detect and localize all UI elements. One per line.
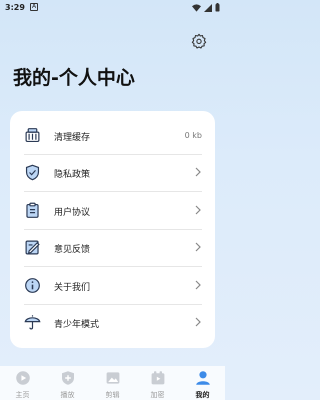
tab-edit[interactable]: 剪辑	[90, 366, 135, 400]
signal-icon	[204, 3, 212, 12]
menu-item-privacy-policy[interactable]: 隐私政策	[10, 154, 215, 191]
menu-item-label: 隐私政策	[54, 170, 91, 180]
settings-gear-icon[interactable]	[191, 33, 207, 49]
lock-video-icon	[151, 371, 164, 385]
menu-item-feedback[interactable]: 意见反馈	[10, 229, 215, 266]
edit-note-icon	[25, 240, 40, 255]
menu-item-label: 意见反馈	[54, 245, 91, 255]
chevron-right-icon	[195, 167, 201, 177]
chevron-right-icon	[195, 205, 201, 215]
notification-icon: A	[30, 3, 38, 11]
tab-label: 主页	[15, 391, 30, 399]
chevron-right-icon	[195, 317, 201, 327]
status-bar: 3:29 A	[0, 0, 225, 16]
tab-encrypt[interactable]: 加密	[135, 366, 180, 400]
chevron-right-icon	[195, 280, 201, 290]
tab-label: 剪辑	[105, 391, 120, 399]
tab-mine[interactable]: 我的	[180, 366, 225, 400]
tab-label: 播放	[60, 391, 75, 399]
tab-label: 加密	[150, 391, 165, 399]
bottom-tab-bar: 主页 播放 剪辑 加密 我的	[0, 366, 225, 400]
battery-icon	[215, 3, 220, 12]
info-icon	[25, 278, 40, 293]
status-icons	[192, 3, 220, 12]
menu-item-about-us[interactable]: 关于我们	[10, 267, 215, 304]
wifi-icon	[192, 3, 201, 12]
chevron-right-icon	[195, 242, 201, 252]
menu-item-label: 青少年模式	[54, 320, 100, 330]
menu-item-label: 清理缓存	[54, 133, 91, 143]
cache-size-value: 0 kb	[184, 131, 202, 140]
tab-play[interactable]: 播放	[45, 366, 90, 400]
menu-item-user-agreement[interactable]: 用户协议	[10, 192, 215, 229]
menu-item-label: 关于我们	[54, 283, 91, 293]
image-icon	[106, 372, 119, 384]
menu-item-clear-cache[interactable]: 清理缓存 0 kb	[10, 117, 215, 154]
menu-item-teen-mode[interactable]: 青少年模式	[10, 304, 215, 341]
status-time: 3:29	[5, 3, 25, 12]
menu-card: 清理缓存 0 kb 隐私政策 用户协议 意见反馈 关于我们 青少年模式	[10, 111, 215, 348]
umbrella-icon	[24, 315, 41, 330]
tab-home[interactable]: 主页	[0, 366, 45, 400]
shield-icon	[25, 164, 40, 181]
tab-label: 我的	[195, 391, 210, 399]
page-title: 我的-个人中心	[13, 67, 135, 89]
user-icon	[195, 371, 210, 385]
broom-icon	[25, 128, 40, 143]
clipboard-icon	[26, 202, 39, 218]
play-icon	[15, 371, 30, 385]
menu-item-label: 用户协议	[54, 208, 91, 218]
add-icon	[61, 371, 74, 385]
